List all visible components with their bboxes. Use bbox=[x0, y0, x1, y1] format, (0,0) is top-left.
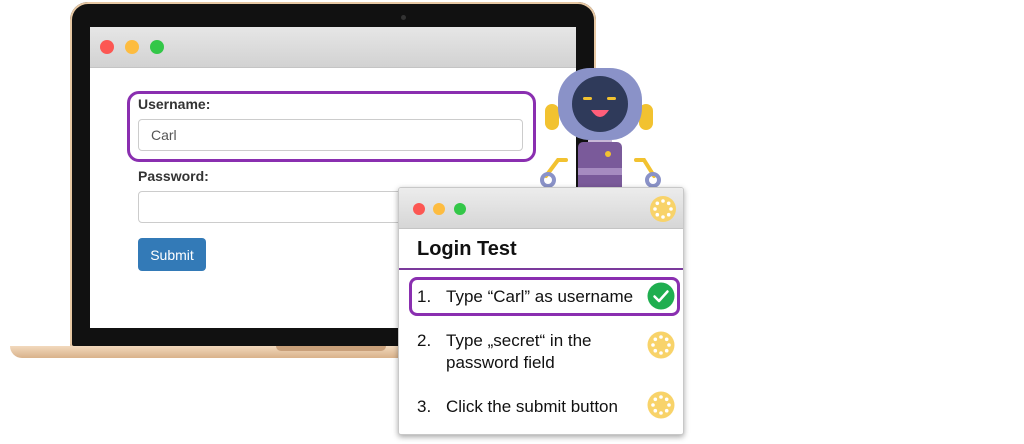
pending-icon bbox=[650, 196, 676, 222]
panel-title: Login Test bbox=[417, 238, 517, 260]
minimize-window-button[interactable] bbox=[125, 40, 139, 54]
step-number: 3. bbox=[417, 397, 432, 416]
pending-icon bbox=[647, 391, 675, 419]
robot-illustration bbox=[540, 68, 661, 192]
test-step: 3. Click the submit button bbox=[417, 396, 667, 418]
panel-close-button[interactable] bbox=[413, 203, 425, 215]
password-label: Password: bbox=[138, 168, 209, 184]
step-text: password field bbox=[446, 353, 555, 372]
step-text: Click the submit button bbox=[446, 397, 618, 416]
submit-button[interactable]: Submit bbox=[138, 238, 206, 271]
username-highlight bbox=[127, 91, 536, 162]
step-number: 2. bbox=[417, 331, 432, 350]
panel-divider bbox=[399, 268, 683, 270]
panel-title-bar bbox=[399, 188, 683, 229]
pending-icon bbox=[647, 331, 675, 359]
panel-minimize-button[interactable] bbox=[433, 203, 445, 215]
panel-maximize-button[interactable] bbox=[454, 203, 466, 215]
test-step: 2. Type „secret“ in the password field bbox=[417, 330, 667, 374]
camera-icon bbox=[401, 15, 406, 20]
browser-title-bar bbox=[90, 27, 576, 68]
step-text: Type „secret“ in the bbox=[446, 331, 592, 350]
laptop-notch bbox=[276, 346, 386, 351]
close-window-button[interactable] bbox=[100, 40, 114, 54]
active-step-highlight bbox=[409, 277, 680, 316]
maximize-window-button[interactable] bbox=[150, 40, 164, 54]
